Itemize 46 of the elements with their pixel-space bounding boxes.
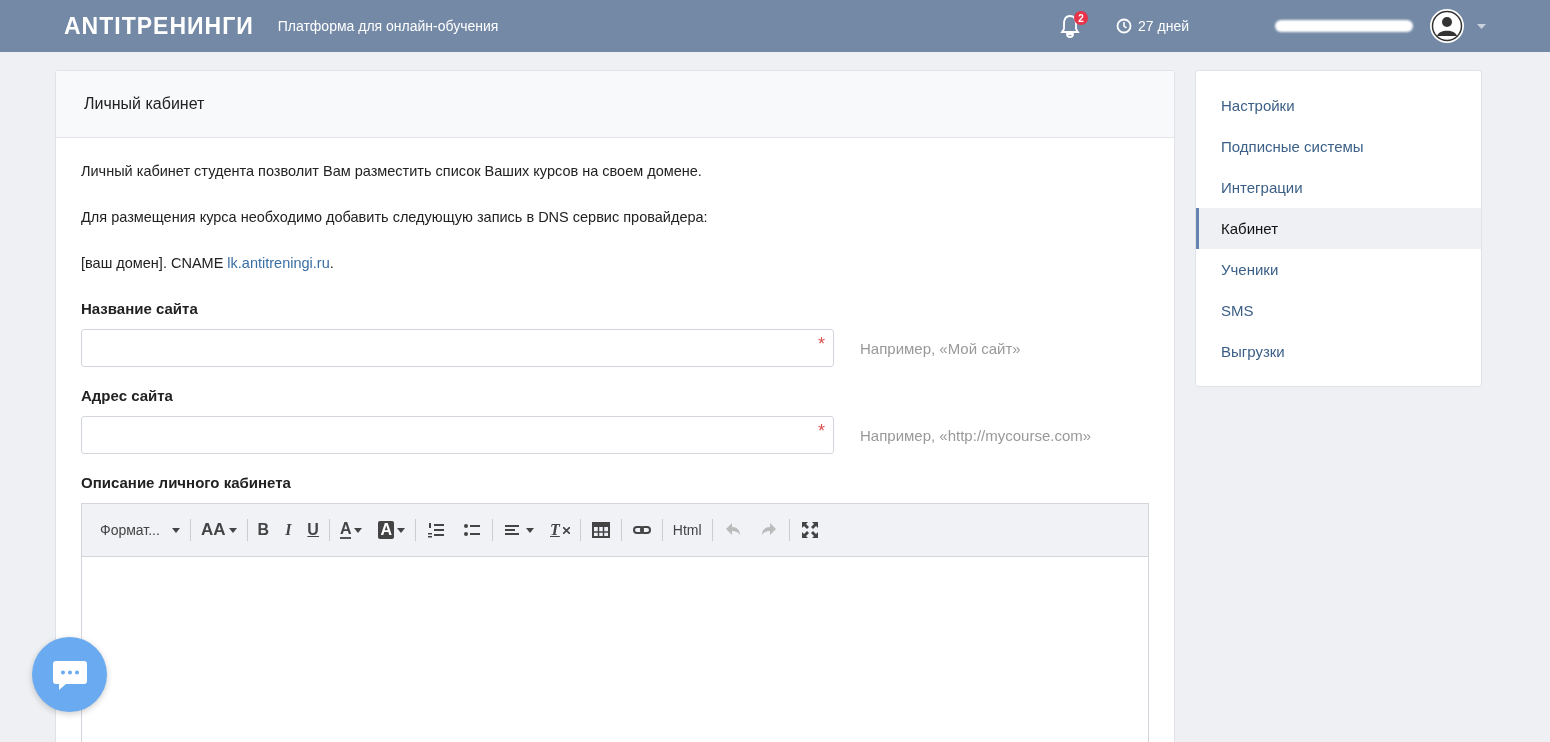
menu-item[interactable]: Ученики bbox=[1196, 249, 1481, 290]
clock-icon bbox=[1116, 18, 1133, 34]
italic-button[interactable]: I bbox=[277, 517, 300, 543]
avatar-icon[interactable] bbox=[1429, 8, 1465, 44]
paragraph: [ваш домен]. CNAME lk.antitreningi.ru. bbox=[81, 254, 335, 272]
tagline: Платформа для онлайн-обучения bbox=[277, 18, 499, 34]
caret-icon bbox=[172, 527, 180, 533]
paragraph: Для размещения курса необходимо добавить следующую запись в DNS сервис провайдера: bbox=[81, 208, 709, 226]
paragraph: Личный кабинет студента позволит Вам разместить список Ваших курсов на своем домене. bbox=[81, 162, 703, 180]
field-label: Описание личного кабинета bbox=[81, 474, 292, 491]
background-color-button[interactable]: A bbox=[370, 517, 414, 543]
field-label: Название сайта bbox=[81, 300, 199, 317]
x-icon bbox=[562, 526, 570, 534]
font-size-button[interactable]: AA bbox=[193, 516, 245, 544]
domain-link[interactable]: lk.antitreningi.ru bbox=[227, 255, 330, 271]
table-icon bbox=[590, 520, 611, 540]
field-hint: Например, «http://mycourse.com» bbox=[860, 426, 1092, 444]
caret-icon bbox=[354, 527, 363, 533]
caret-icon bbox=[397, 527, 406, 533]
caret-icon bbox=[228, 527, 237, 533]
required-mark: * bbox=[818, 421, 825, 442]
card-title: Личный кабинет bbox=[84, 95, 205, 112]
menu-item[interactable]: Интеграции bbox=[1196, 167, 1481, 208]
chat-icon bbox=[51, 658, 88, 691]
required-mark: * bbox=[818, 334, 825, 355]
text-color-button[interactable]: A bbox=[331, 517, 371, 543]
menu-item[interactable]: Подписные системы bbox=[1196, 126, 1481, 167]
clear-format-button[interactable]: T bbox=[542, 517, 578, 543]
input-field[interactable]: * bbox=[81, 329, 834, 367]
fullscreen-icon bbox=[799, 520, 820, 540]
ordered-list-icon bbox=[426, 520, 447, 540]
input-field[interactable]: * bbox=[81, 416, 834, 454]
menu-item[interactable]: Выгрузки bbox=[1196, 331, 1481, 372]
menu-item[interactable]: SMS bbox=[1196, 290, 1481, 331]
notification-count: 2 bbox=[1074, 11, 1089, 25]
field-label: Адрес сайта bbox=[81, 387, 174, 404]
format-dropdown[interactable]: Формат... bbox=[92, 518, 188, 542]
trial-days: 27 дней bbox=[1138, 18, 1189, 34]
html-button[interactable]: Html bbox=[664, 518, 710, 542]
field-hint: Например, «Мой сайт» bbox=[860, 339, 1021, 357]
menu-item[interactable]: Кабинет bbox=[1196, 208, 1481, 249]
caret-icon bbox=[526, 527, 535, 533]
bold-button[interactable]: B bbox=[249, 517, 278, 543]
logo[interactable]: ANTIТРЕНИНГИ bbox=[64, 12, 254, 40]
underline-button[interactable]: U bbox=[299, 517, 327, 543]
menu-item[interactable]: Настройки bbox=[1196, 85, 1481, 126]
